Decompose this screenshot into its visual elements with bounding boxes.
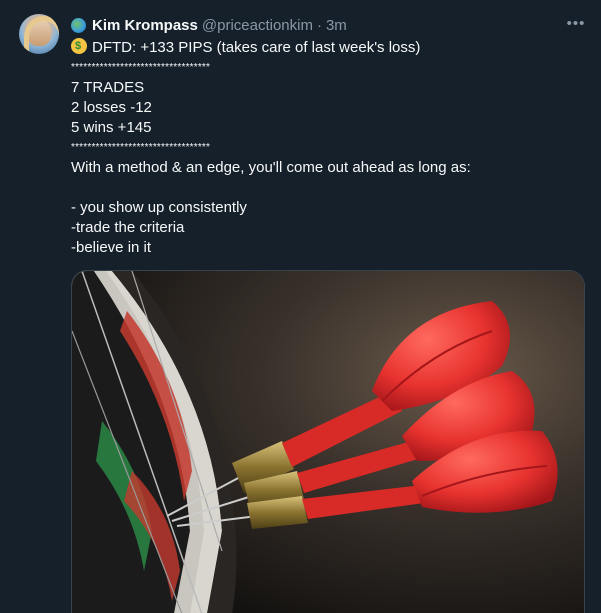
tweet-line-show-up: - you show up consistently: [71, 199, 247, 216]
tweet-line-wins: 5 wins +145: [71, 119, 152, 136]
tweet-line-trades: 7 TRADES: [71, 79, 145, 96]
tweet-line-method: With a method & an edge, you'll come out…: [71, 159, 471, 176]
tweet-media-image[interactable]: [71, 270, 585, 613]
tweet-line-believe: -believe in it: [71, 239, 152, 256]
tweet-line-headline: DFTD: +133 PIPS (takes care of last week…: [71, 38, 586, 58]
globe-icon: [71, 17, 86, 33]
dot-separator: ·: [316, 16, 322, 34]
tweet-line-separator: **********************************: [71, 142, 211, 153]
author-name[interactable]: Kim Krompass: [92, 17, 198, 34]
tweet-line-losses: 2 losses -12: [71, 99, 152, 116]
tweet-line-separator: **********************************: [71, 62, 211, 73]
tweet-header: Kim Krompass @priceactionkim · 3m: [71, 15, 347, 35]
author-handle[interactable]: @priceactionkim: [202, 17, 313, 34]
money-mouth-face-icon: [71, 38, 87, 54]
headline-text: DFTD: +133 PIPS (takes care of last week…: [92, 39, 421, 56]
more-icon[interactable]: •••: [565, 14, 587, 34]
timestamp[interactable]: 3m: [326, 17, 347, 34]
tweet[interactable]: Kim Krompass @priceactionkim · 3m ••• DF…: [0, 0, 601, 613]
author-avatar[interactable]: [19, 14, 59, 54]
tweet-text: DFTD: +133 PIPS (takes care of last week…: [71, 38, 586, 258]
darts-image: [72, 271, 584, 613]
tweet-line-criteria: -trade the criteria: [71, 219, 185, 236]
